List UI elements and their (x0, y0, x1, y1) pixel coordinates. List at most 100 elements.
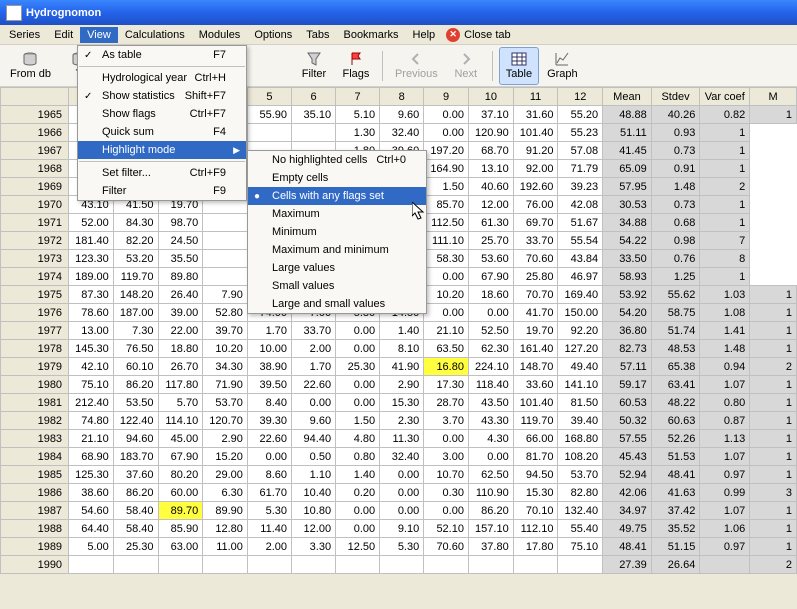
data-cell[interactable]: 33.60 (513, 376, 558, 394)
data-cell[interactable]: 2 (750, 556, 797, 574)
data-cell[interactable]: 48.88 (603, 106, 652, 124)
data-cell[interactable]: 0.00 (336, 340, 380, 358)
data-cell[interactable]: 125.30 (69, 466, 114, 484)
data-cell[interactable]: 39.23 (558, 178, 603, 196)
data-cell[interactable]: 22.60 (292, 376, 336, 394)
data-cell[interactable]: 21.10 (424, 322, 469, 340)
column-header[interactable]: M (750, 88, 797, 106)
data-cell[interactable]: 38.60 (69, 484, 114, 502)
menu-filter[interactable]: FilterF9 (78, 182, 246, 200)
row-header[interactable]: 1983 (1, 430, 69, 448)
data-cell[interactable]: 37.60 (113, 466, 158, 484)
data-cell[interactable]: 5.00 (69, 538, 114, 556)
data-cell[interactable]: 58.93 (603, 268, 652, 286)
data-cell[interactable]: 8.40 (247, 394, 291, 412)
data-cell[interactable]: 2 (750, 358, 797, 376)
data-cell[interactable]: 141.10 (558, 376, 603, 394)
data-cell[interactable]: 41.90 (380, 358, 424, 376)
data-cell[interactable]: 39.70 (203, 322, 248, 340)
data-cell[interactable]: 63.00 (158, 538, 203, 556)
data-cell[interactable]: 21.10 (69, 430, 114, 448)
data-cell[interactable]: 168.80 (558, 430, 603, 448)
data-cell[interactable]: 67.90 (468, 268, 513, 286)
data-cell[interactable]: 0.00 (336, 502, 380, 520)
data-cell[interactable]: 1 (750, 322, 797, 340)
data-cell[interactable]: 31.60 (513, 106, 558, 124)
menu-max-min[interactable]: Maximum and minimum (248, 241, 426, 259)
data-cell[interactable]: 145.30 (69, 340, 114, 358)
data-cell[interactable]: 63.50 (424, 340, 469, 358)
menu-bookmarks[interactable]: Bookmarks (336, 27, 405, 43)
close-icon[interactable]: ✕ (446, 28, 460, 42)
data-cell[interactable]: 8.60 (247, 466, 291, 484)
data-cell[interactable]: 15.20 (203, 448, 248, 466)
row-header[interactable]: 1971 (1, 214, 69, 232)
data-cell[interactable]: 2.90 (203, 430, 248, 448)
data-cell[interactable]: 58.40 (113, 520, 158, 538)
data-cell[interactable]: 52.00 (69, 214, 114, 232)
menu-tabs[interactable]: Tabs (299, 27, 336, 43)
data-cell[interactable]: 114.10 (158, 412, 203, 430)
row-header[interactable]: 1974 (1, 268, 69, 286)
data-cell[interactable]: 10.20 (424, 286, 469, 304)
column-header[interactable]: Stdev (651, 88, 700, 106)
menu-view[interactable]: View (80, 27, 118, 43)
data-cell[interactable]: 120.90 (468, 124, 513, 142)
row-header[interactable]: 1975 (1, 286, 69, 304)
data-cell[interactable]: 91.20 (513, 142, 558, 160)
data-cell[interactable]: 51.15 (651, 538, 700, 556)
menu-show-statistics[interactable]: ✓Show statisticsShift+F7 (78, 87, 246, 105)
data-cell[interactable] (113, 556, 158, 574)
data-cell[interactable]: 110.90 (468, 484, 513, 502)
row-header[interactable]: 1965 (1, 106, 69, 124)
data-cell[interactable]: 85.90 (158, 520, 203, 538)
data-cell[interactable]: 37.10 (468, 106, 513, 124)
data-cell[interactable]: 112.50 (424, 214, 469, 232)
data-cell[interactable]: 1 (700, 142, 750, 160)
data-cell[interactable]: 54.22 (603, 232, 652, 250)
data-cell[interactable]: 0.73 (651, 196, 700, 214)
data-cell[interactable]: 65.09 (603, 160, 652, 178)
data-cell[interactable]: 25.70 (468, 232, 513, 250)
data-cell[interactable]: 1 (750, 430, 797, 448)
menu-calculations[interactable]: Calculations (118, 27, 192, 43)
data-cell[interactable]: 48.41 (603, 538, 652, 556)
data-cell[interactable]: 1 (750, 520, 797, 538)
data-cell[interactable]: 112.10 (513, 520, 558, 538)
data-cell[interactable]: 55.54 (558, 232, 603, 250)
data-cell[interactable]: 24.50 (158, 232, 203, 250)
data-cell[interactable]: 13.00 (69, 322, 114, 340)
data-cell[interactable]: 57.55 (603, 430, 652, 448)
data-cell[interactable]: 84.30 (113, 214, 158, 232)
data-cell[interactable]: 22.00 (158, 322, 203, 340)
data-cell[interactable]: 4.80 (336, 430, 380, 448)
data-cell[interactable]: 33.70 (292, 322, 336, 340)
data-cell[interactable]: 51.11 (603, 124, 652, 142)
data-cell[interactable]: 55.90 (247, 106, 291, 124)
menu-show-flags[interactable]: Show flagsCtrl+F7 (78, 105, 246, 123)
data-cell[interactable]: 94.40 (292, 430, 336, 448)
data-cell[interactable]: 9.10 (380, 520, 424, 538)
data-cell[interactable]: 119.70 (113, 268, 158, 286)
menu-no-highlighted[interactable]: No highlighted cellsCtrl+0 (248, 151, 426, 169)
data-cell[interactable]: 1.30 (336, 124, 380, 142)
menu-series[interactable]: Series (2, 27, 47, 43)
data-cell[interactable]: 34.97 (603, 502, 652, 520)
data-cell[interactable]: 89.90 (203, 502, 248, 520)
row-header[interactable]: 1977 (1, 322, 69, 340)
data-cell[interactable]: 1.25 (651, 268, 700, 286)
data-cell[interactable]: 1 (750, 394, 797, 412)
data-cell[interactable]: 197.20 (424, 142, 469, 160)
data-cell[interactable]: 89.70 (158, 502, 203, 520)
data-cell[interactable]: 1.41 (700, 322, 750, 340)
data-cell[interactable]: 39.00 (158, 304, 203, 322)
data-cell[interactable]: 12.80 (203, 520, 248, 538)
data-cell[interactable]: 94.50 (513, 466, 558, 484)
data-cell[interactable]: 51.53 (651, 448, 700, 466)
data-cell[interactable] (247, 556, 291, 574)
data-cell[interactable]: 51.67 (558, 214, 603, 232)
row-header[interactable]: 1980 (1, 376, 69, 394)
row-header[interactable]: 1978 (1, 340, 69, 358)
data-cell[interactable]: 1 (750, 376, 797, 394)
data-cell[interactable]: 62.50 (468, 466, 513, 484)
